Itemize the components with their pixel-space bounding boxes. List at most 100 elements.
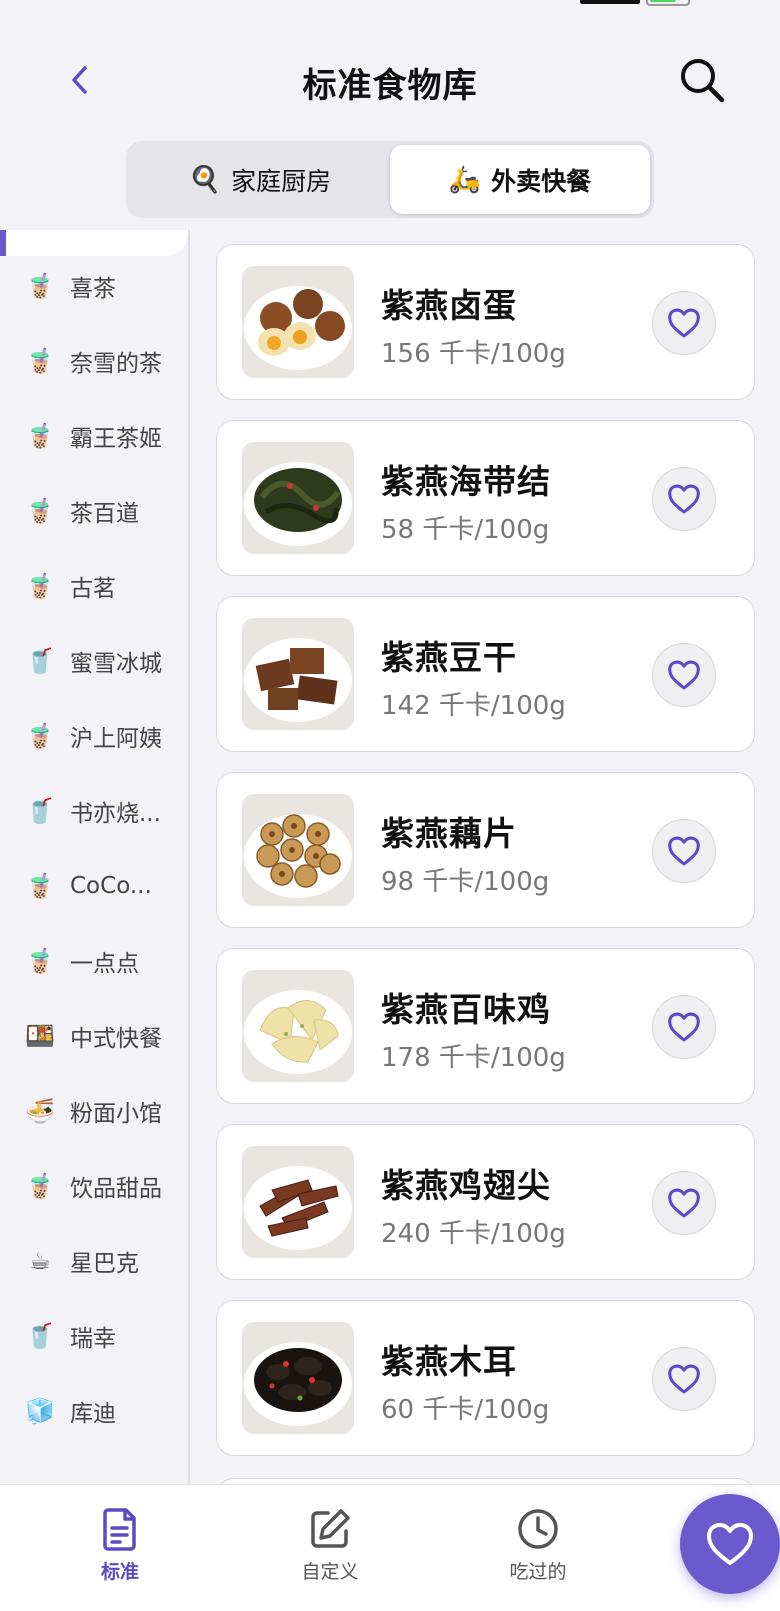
sidebar-selected-item[interactable] [0,230,188,256]
sidebar-item[interactable]: ☕ 星巴克 [24,1241,184,1281]
food-card[interactable]: 紫燕卤蛋 156 千卡/100g [216,244,755,400]
sidebar-item-label: 霸王茶姬 [70,426,162,452]
food-name: 紫燕鸡翅尖 [381,1166,551,1205]
tab-home-kitchen[interactable]: 🍳 家庭厨房 [130,145,390,214]
sidebar-item[interactable]: 🧋 饮品甜品 [24,1166,184,1206]
food-card[interactable]: 紫燕豆干 142 千卡/100g [216,596,755,752]
bubble-tea-icon: 🧋 [25,947,55,975]
noodle-bowl-icon: 🍜 [25,1097,55,1125]
favorite-button[interactable] [652,467,716,531]
food-card[interactable]: 紫燕木耳 60 千卡/100g [216,1300,755,1456]
food-card[interactable]: 紫燕藕片 98 千卡/100g [216,772,755,928]
sidebar-item[interactable]: 🧋 茶百道 [24,491,184,531]
sidebar-item-label: 蜜雪冰城 [70,651,162,677]
favorite-button[interactable] [652,819,716,883]
heart-icon [668,308,700,338]
tab-standard[interactable]: 标准 [28,1491,216,1591]
sidebar-item-label: 库迪 [70,1401,116,1427]
sidebar-item[interactable]: 🧋 古茗 [24,566,184,606]
scooter-icon: 🛵 [448,164,482,195]
sidebar-item[interactable]: 🧊 库迪 [24,1391,184,1431]
edit-icon [311,1508,350,1548]
food-name: 紫燕卤蛋 [381,286,517,325]
search-button[interactable] [674,52,730,108]
food-card[interactable]: 紫燕鸡翅尖 240 千卡/100g [216,1124,755,1280]
document-icon [103,1507,136,1551]
food-image [242,794,354,906]
sidebar-item[interactable]: 🧋 霸王茶姬 [24,416,184,456]
bubble-tea-icon: 🧋 [25,272,55,300]
sidebar-item[interactable]: 🍱 中式快餐 [24,1016,184,1056]
tab-custom[interactable]: 自定义 [240,1499,420,1591]
sidebar-item[interactable]: 🥤 书亦烧... [24,791,184,831]
sidebar-item[interactable]: 🥤 蜜雪冰城 [24,641,184,681]
sidebar-item-label: CoCo... [70,873,152,899]
food-name: 紫燕豆干 [381,638,517,677]
brand-sidebar: 🧋 喜茶 🧋 奈雪的茶 🧋 霸王茶姬 🧋 茶百道 🧋 古茗 🥤 蜜雪冰城 🧋 沪上阿姨 🥤 书亦烧... 🧋 Co… [0,230,190,1485]
sidebar-item[interactable]: 🧋 一点点 [24,941,184,981]
tab-custom-label: 自定义 [301,1560,359,1583]
food-calories: 240 千卡/100g [381,1219,566,1249]
sidebar-item-label: 饮品甜品 [70,1176,162,1202]
favorite-button[interactable] [652,1347,716,1411]
heart-icon [668,660,700,690]
food-image [242,970,354,1082]
food-calories: 142 千卡/100g [381,691,566,721]
food-calories: 98 千卡/100g [381,867,550,897]
clock-icon [518,1508,558,1549]
sidebar-item[interactable]: 🍜 粉面小馆 [24,1091,184,1131]
category-segment-control: 🍳 家庭厨房 🛵 外卖快餐 [126,141,654,218]
food-image [242,618,354,730]
bubble-tea-icon: 🧋 [25,497,55,525]
tab-takeout[interactable]: 🛵 外卖快餐 [390,145,650,214]
cup-straw-icon: 🥤 [25,647,55,675]
food-image [242,266,354,378]
heart-icon [668,484,700,514]
food-name: 紫燕木耳 [381,1342,517,1381]
sidebar-item[interactable]: 🧋 喜茶 [24,266,184,306]
favorite-button[interactable] [652,995,716,1059]
food-name: 紫燕藕片 [381,814,517,853]
sidebar-item-label: 奈雪的茶 [70,351,162,377]
tab-eaten-label: 吃过的 [509,1560,567,1583]
header: 标准食物库 [0,40,780,120]
sidebar-selection-indicator [0,230,6,256]
sidebar-item[interactable]: 🧋 CoCo... [24,866,184,906]
coffee-icon: ☕ [29,1247,51,1275]
tab-eaten[interactable]: 吃过的 [448,1499,628,1591]
status-bar [0,0,780,8]
sidebar-item[interactable]: 🥤 瑞幸 [24,1316,184,1356]
food-calories: 58 千卡/100g [381,515,550,545]
frying-pan-icon: 🍳 [188,164,222,195]
tab-takeout-label: 外卖快餐 [491,166,592,196]
favorite-button[interactable] [652,643,716,707]
food-card[interactable]: 紫燕百味鸡 178 千卡/100g [216,948,755,1104]
sidebar-item-label: 茶百道 [70,501,139,527]
sidebar-item-label: 中式快餐 [70,1026,162,1052]
food-card[interactable]: 紫燕海带结 58 千卡/100g [216,420,755,576]
bubble-tea-icon: 🧋 [25,572,55,600]
food-calories: 60 千卡/100g [381,1395,550,1425]
favorite-button[interactable] [652,1171,716,1235]
sidebar-item-label: 瑞幸 [70,1326,116,1352]
heart-icon [668,1188,700,1218]
heart-icon [668,1012,700,1042]
bubble-tea-icon: 🧋 [25,722,55,750]
bubble-tea-icon: 🧋 [25,422,55,450]
cup-straw-icon: 🥤 [25,797,55,825]
favorites-fab[interactable] [680,1494,780,1594]
favorite-button[interactable] [652,291,716,355]
battery-icon [646,0,690,6]
cup-straw-icon: 🥤 [25,1322,55,1350]
signal-icon [580,0,640,4]
bubble-tea-icon: 🧋 [25,347,55,375]
food-image [242,442,354,554]
sidebar-item[interactable]: 🧋 奈雪的茶 [24,341,184,381]
heart-icon [707,1523,753,1565]
sidebar-item[interactable]: 🧋 沪上阿姨 [24,716,184,756]
sidebar-item-label: 古茗 [70,576,116,602]
food-image [242,1322,354,1434]
heart-icon [668,836,700,866]
page-title: 标准食物库 [302,66,478,106]
heart-icon [668,1364,700,1394]
